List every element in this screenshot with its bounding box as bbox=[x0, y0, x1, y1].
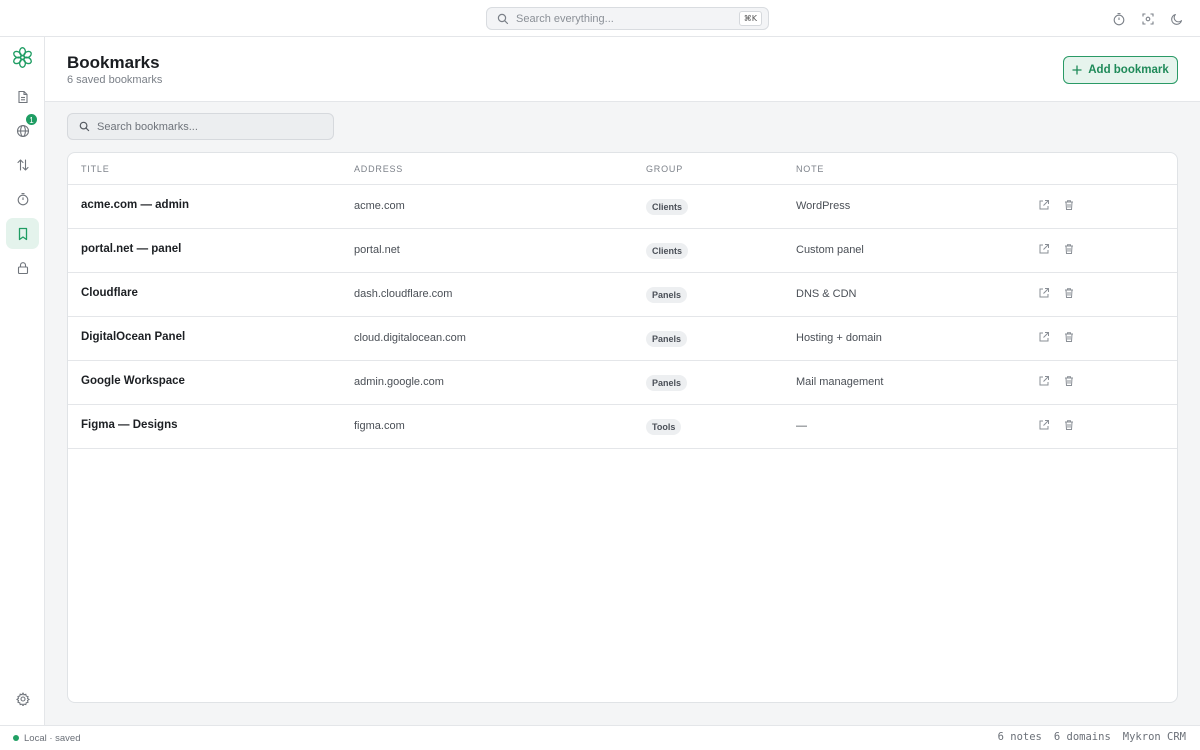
group-badge: Clients bbox=[646, 199, 689, 215]
bookmark-title[interactable]: acme.com — admin bbox=[81, 199, 189, 211]
stopwatch-icon bbox=[16, 192, 30, 206]
group-badge: Clients bbox=[646, 243, 689, 259]
group-badge: Panels bbox=[646, 375, 688, 391]
search-shortcut-hint: ⌘K bbox=[738, 11, 762, 26]
column-header-group[interactable]: GROUP bbox=[646, 164, 683, 174]
open-external-icon[interactable] bbox=[1038, 375, 1052, 389]
bookmark-title[interactable]: Google Workspace bbox=[81, 375, 185, 387]
trash-icon[interactable] bbox=[1063, 287, 1077, 301]
table-row[interactable]: Cloudflare dash.cloudflare.com Panels DN… bbox=[68, 273, 1177, 317]
save-status: Local · saved bbox=[24, 733, 81, 744]
table-row[interactable]: Figma — Designs figma.com Tools — bbox=[68, 405, 1177, 449]
bookmark-search-input[interactable] bbox=[97, 120, 333, 133]
sidebar-item-settings[interactable] bbox=[6, 683, 39, 714]
moon-icon[interactable] bbox=[1169, 11, 1184, 26]
page-subtitle: 6 saved bookmarks bbox=[67, 74, 163, 86]
flower-logo-icon[interactable] bbox=[11, 46, 34, 69]
sidebar-item-notes[interactable] bbox=[6, 81, 39, 112]
sidebar-item-transfers[interactable] bbox=[6, 149, 39, 180]
notes-count: 6 notes bbox=[997, 731, 1042, 743]
column-header-title[interactable]: TITLE bbox=[81, 164, 110, 174]
sidebar-item-bookmarks[interactable] bbox=[6, 218, 39, 249]
domains-count: 6 domains bbox=[1053, 731, 1111, 743]
page-header: Bookmarks 6 saved bookmarks Add bookmark bbox=[45, 37, 1200, 102]
document-icon bbox=[16, 90, 30, 104]
globe-icon bbox=[16, 124, 30, 138]
bookmark-note: DNS & CDN bbox=[796, 288, 857, 300]
table-row[interactable]: DigitalOcean Panel cloud.digitalocean.co… bbox=[68, 317, 1177, 361]
sidebar-item-domains[interactable]: 1 bbox=[6, 113, 39, 146]
group-badge: Panels bbox=[646, 331, 688, 347]
bookmark-note: Mail management bbox=[796, 376, 884, 388]
table-row[interactable]: acme.com — admin acme.com Clients WordPr… bbox=[68, 185, 1177, 229]
lock-icon bbox=[16, 261, 30, 275]
trash-icon[interactable] bbox=[1063, 331, 1077, 345]
scan-icon[interactable] bbox=[1140, 11, 1155, 26]
column-header-note[interactable]: NOTE bbox=[796, 164, 824, 174]
bookmark-title[interactable]: Figma — Designs bbox=[81, 419, 178, 431]
sidebar-item-time[interactable] bbox=[6, 183, 39, 214]
bookmark-note: Hosting + domain bbox=[796, 332, 882, 344]
sidebar: 1 bbox=[0, 37, 45, 725]
domains-badge: 1 bbox=[25, 113, 38, 126]
open-external-icon[interactable] bbox=[1038, 287, 1052, 301]
bookmark-note: Custom panel bbox=[796, 244, 864, 256]
open-external-icon[interactable] bbox=[1038, 331, 1052, 345]
transfer-arrows-icon bbox=[16, 158, 30, 172]
table-row[interactable]: Google Workspace admin.google.com Panels… bbox=[68, 361, 1177, 405]
gear-icon bbox=[15, 691, 30, 706]
sidebar-item-vault[interactable] bbox=[6, 252, 39, 283]
bookmark-icon bbox=[16, 227, 30, 241]
global-search-input[interactable] bbox=[516, 12, 739, 25]
bookmark-title[interactable]: portal.net — panel bbox=[81, 243, 181, 255]
global-search[interactable]: ⌘K bbox=[486, 7, 769, 30]
bookmarks-table: TITLE ADDRESS GROUP NOTE acme.com — admi… bbox=[67, 152, 1178, 703]
app-name: Mykron CRM bbox=[1122, 731, 1186, 743]
open-external-icon[interactable] bbox=[1038, 419, 1052, 433]
top-bar: ⌘K bbox=[0, 0, 1200, 37]
bookmark-address: portal.net bbox=[354, 244, 400, 256]
trash-icon[interactable] bbox=[1063, 375, 1077, 389]
add-bookmark-label: Add bookmark bbox=[1088, 64, 1169, 76]
bookmark-title[interactable]: Cloudflare bbox=[81, 287, 138, 299]
column-header-address[interactable]: ADDRESS bbox=[354, 164, 403, 174]
status-bar: Local · saved 6 notes 6 domains Mykron C… bbox=[0, 725, 1200, 750]
table-header: TITLE ADDRESS GROUP NOTE bbox=[68, 153, 1177, 185]
bookmark-address: cloud.digitalocean.com bbox=[354, 332, 466, 344]
bookmark-title[interactable]: DigitalOcean Panel bbox=[81, 331, 185, 343]
bookmark-address: admin.google.com bbox=[354, 376, 444, 388]
search-icon bbox=[497, 13, 509, 25]
status-indicator bbox=[13, 735, 19, 741]
bookmark-note: — bbox=[796, 420, 807, 432]
trash-icon[interactable] bbox=[1063, 243, 1077, 257]
page-title: Bookmarks bbox=[67, 53, 160, 72]
bookmark-address: dash.cloudflare.com bbox=[354, 288, 453, 300]
group-badge: Tools bbox=[646, 419, 682, 435]
search-icon bbox=[79, 121, 90, 132]
bookmark-address: acme.com bbox=[354, 200, 405, 212]
trash-icon[interactable] bbox=[1063, 199, 1077, 213]
bookmark-address: figma.com bbox=[354, 420, 405, 432]
bookmark-note: WordPress bbox=[796, 200, 851, 212]
open-external-icon[interactable] bbox=[1038, 199, 1052, 213]
group-badge: Panels bbox=[646, 287, 688, 303]
bookmark-search[interactable] bbox=[67, 113, 334, 140]
table-row[interactable]: portal.net — panel portal.net Clients Cu… bbox=[68, 229, 1177, 273]
trash-icon[interactable] bbox=[1063, 419, 1077, 433]
timer-icon[interactable] bbox=[1111, 11, 1126, 26]
add-bookmark-button[interactable]: Add bookmark bbox=[1063, 56, 1178, 84]
plus-icon bbox=[1072, 65, 1082, 75]
open-external-icon[interactable] bbox=[1038, 243, 1052, 257]
